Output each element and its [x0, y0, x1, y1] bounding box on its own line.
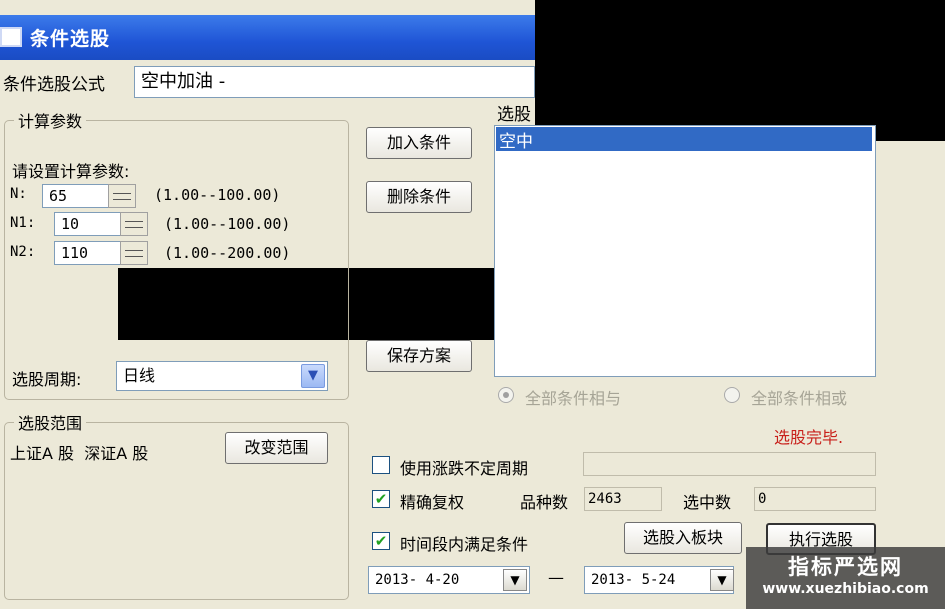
param-n2-range: (1.00--200.00): [164, 244, 291, 262]
formula-label: 条件选股公式: [3, 75, 105, 95]
param-label-n2: N2:: [10, 244, 36, 260]
count-value: 2463: [584, 487, 662, 511]
selected-value: 0: [754, 487, 876, 511]
condition-selected-text: 空中: [499, 132, 533, 152]
param-n1-spinner[interactable]: [120, 212, 148, 236]
all-and-label: 全部条件相与: [525, 389, 622, 408]
param-n-spinner[interactable]: [108, 184, 136, 208]
time-range-label: 时间段内满足条件: [400, 535, 529, 554]
param-n2-input[interactable]: 110: [54, 241, 122, 265]
scope-value: 上证A 股 深证A 股: [10, 444, 149, 463]
all-and-radio[interactable]: [498, 387, 514, 403]
period-select[interactable]: 日线: [116, 361, 328, 391]
end-date-dropdown-icon[interactable]: ▼: [710, 569, 734, 591]
param-n1-range: (1.00--100.00): [164, 215, 291, 233]
time-range-checkbox[interactable]: ✔: [372, 532, 390, 550]
watermark-url: www.xuezhibiao.com: [762, 581, 929, 597]
start-date-dropdown-icon[interactable]: ▼: [503, 569, 527, 591]
params-prompt: 请设置计算参数:: [12, 162, 130, 181]
delete-condition-button[interactable]: 删除条件: [366, 181, 472, 213]
change-scope-button[interactable]: 改变范围: [225, 432, 328, 464]
precise-adjust-label: 精确复权: [400, 493, 465, 512]
all-or-radio[interactable]: [724, 387, 740, 403]
selected-label: 选中数: [683, 493, 732, 512]
period-field[interactable]: [583, 452, 876, 476]
save-scheme-button[interactable]: 保存方案: [366, 340, 472, 372]
condition-selected-row[interactable]: [496, 127, 872, 151]
date-separator: —: [548, 568, 564, 587]
param-n1-input[interactable]: 10: [54, 212, 122, 236]
scope-group-title: 选股范围: [14, 410, 87, 434]
formula-field[interactable]: 空中加油 -: [134, 66, 535, 98]
window-icon: [0, 27, 22, 47]
conditions-list[interactable]: [494, 125, 876, 377]
precise-adjust-checkbox[interactable]: ✔: [372, 490, 390, 508]
period-label: 选股周期:: [12, 370, 82, 389]
add-condition-button[interactable]: 加入条件: [366, 127, 472, 159]
status-text: 选股完毕.: [774, 428, 844, 447]
indeterminate-period-label: 使用涨跌不定周期: [400, 459, 529, 478]
params-group-title: 计算参数: [14, 108, 87, 132]
window-title: 条件选股: [30, 28, 111, 50]
all-or-label: 全部条件相或: [751, 389, 848, 408]
param-n-input[interactable]: 65: [42, 184, 110, 208]
redaction-top-right: [535, 15, 945, 141]
to-block-button[interactable]: 选股入板块: [624, 522, 742, 554]
param-n2-spinner[interactable]: [120, 241, 148, 265]
period-dropdown-icon[interactable]: ▼: [301, 364, 325, 388]
indeterminate-period-checkbox[interactable]: [372, 456, 390, 474]
watermark-name: 指标严选网: [788, 555, 903, 579]
count-label: 品种数: [520, 493, 569, 512]
param-label-n: N:: [10, 186, 27, 202]
conditions-label: 选股: [497, 105, 531, 125]
redaction-corner: [535, 0, 945, 15]
param-n-range: (1.00--100.00): [154, 186, 281, 204]
param-label-n1: N1:: [10, 215, 36, 231]
